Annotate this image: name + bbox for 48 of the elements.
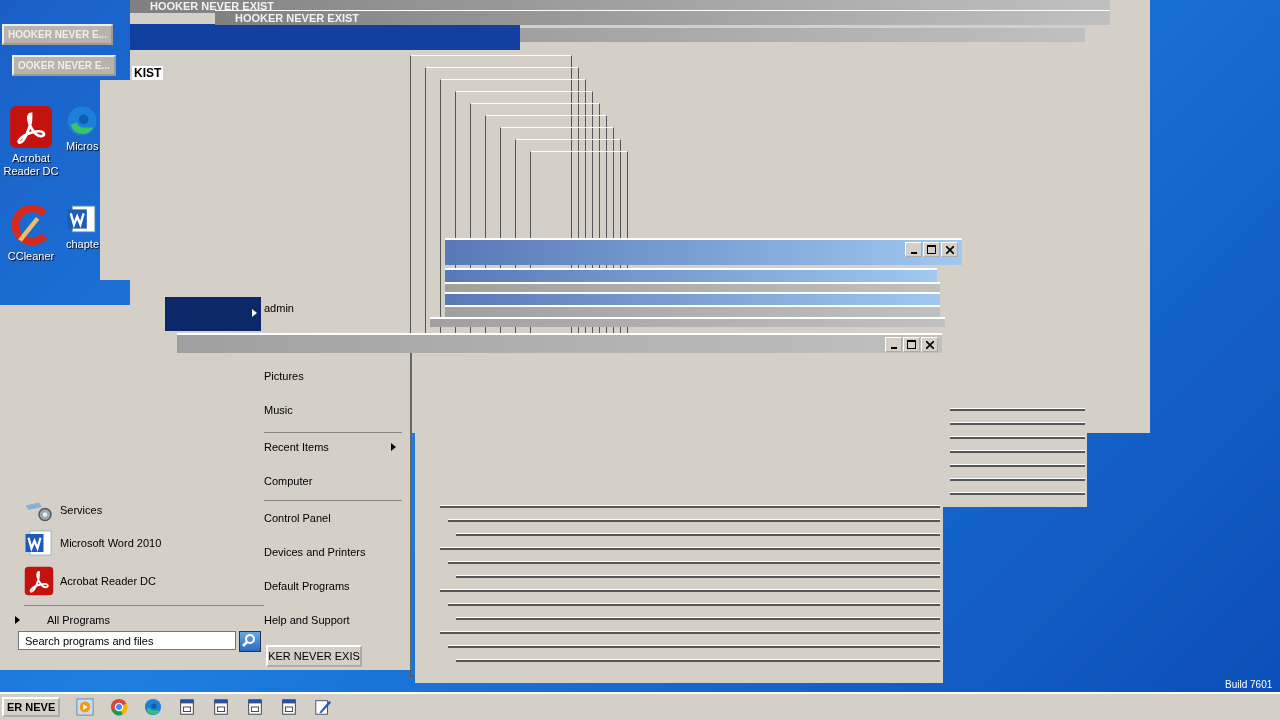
close-icon — [945, 245, 954, 254]
submenu-arrow-icon — [391, 443, 396, 451]
window-icon[interactable] — [246, 698, 265, 716]
maximize-button[interactable] — [903, 337, 920, 352]
start-menu-item[interactable]: Pictures — [264, 370, 396, 382]
window-icon[interactable] — [178, 698, 197, 716]
taskbar-button[interactable]: ER NEVE — [2, 697, 61, 717]
program-item[interactable]: Microsoft Word 2010 — [60, 537, 162, 549]
start-menu-item[interactable]: Control Panel — [264, 512, 396, 524]
word-icon — [24, 528, 54, 558]
chrome-icon[interactable] — [110, 698, 129, 716]
minimize-icon — [910, 251, 917, 254]
start-menu-item[interactable]: Devices and Printers — [264, 546, 396, 558]
search-field[interactable]: Search programs and files — [18, 631, 236, 650]
desktop-icon-label[interactable]: Micros — [66, 140, 99, 153]
start-menu-item[interactable]: Recent Items — [264, 441, 396, 453]
program-item[interactable]: Services — [60, 504, 103, 516]
text-fragment: KIST — [132, 66, 164, 80]
close-button[interactable] — [941, 242, 958, 257]
start-menu-item[interactable]: Default Programs — [264, 580, 396, 592]
close-button[interactable] — [921, 337, 938, 352]
start-menu-item[interactable]: Help and Support — [264, 614, 396, 626]
desktop-icon-label[interactable]: CCleaner — [7, 250, 55, 263]
desktop-icon-label[interactable]: Acrobat Reader DC — [0, 152, 62, 178]
build-text: Build 7601 — [1225, 679, 1273, 690]
edge-icon — [144, 698, 163, 716]
program-item[interactable]: Acrobat Reader DC — [60, 575, 156, 587]
close-icon — [925, 340, 934, 349]
window-icon[interactable] — [280, 698, 299, 716]
search-button[interactable] — [239, 631, 261, 652]
maximize-icon — [907, 340, 916, 349]
start-menu-item[interactable]: Computer — [264, 475, 396, 487]
all-programs-item[interactable]: All Programs — [47, 614, 110, 626]
maximize-icon — [927, 245, 936, 254]
notepad-icon[interactable] — [314, 698, 333, 716]
start-menu-item[interactable]: Music — [264, 404, 396, 416]
minimize-button[interactable] — [885, 337, 902, 352]
acrobat-icon — [9, 105, 53, 149]
window-title: HOOKER NEVER EXIST — [215, 10, 1110, 25]
minimize-button[interactable] — [905, 242, 922, 257]
desktop-icon-label[interactable]: chapte — [66, 238, 100, 251]
user-name[interactable]: admin — [264, 302, 294, 314]
shutdown-button[interactable]: KER NEVER EXIS — [266, 645, 362, 667]
maximize-button[interactable] — [923, 242, 940, 257]
edge-icon — [66, 105, 98, 137]
window-icon[interactable] — [212, 698, 231, 716]
minimize-icon — [890, 346, 897, 349]
word-icon — [66, 203, 98, 235]
